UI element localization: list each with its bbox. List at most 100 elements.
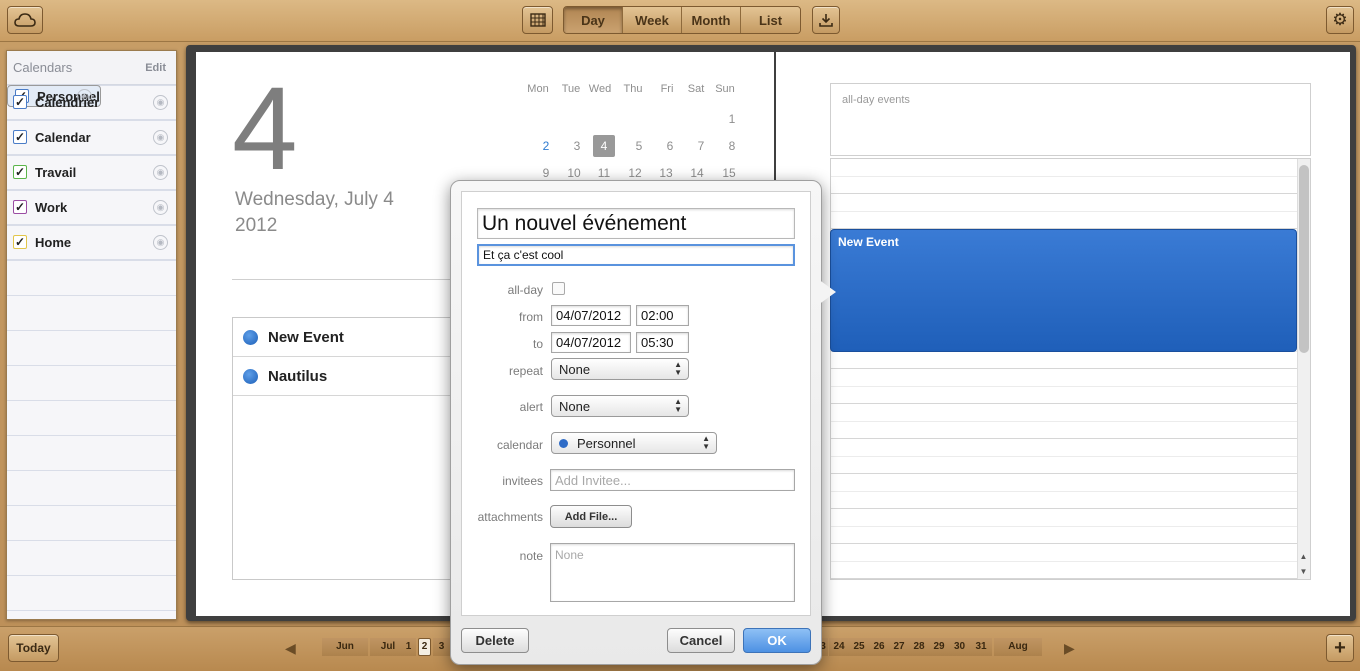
sidebar-item-calendar[interactable]: ✓ Calendar ◉: [7, 120, 176, 155]
next-arrow-icon[interactable]: ▶: [1064, 640, 1075, 657]
to-date-field[interactable]: 04/07/2012: [551, 332, 631, 353]
timeline-month[interactable]: Aug: [994, 638, 1042, 656]
timeline-day[interactable]: 25: [849, 638, 869, 656]
allday-label: all-day: [507, 283, 543, 297]
invitee-input[interactable]: Add Invitee...: [550, 469, 795, 491]
scroll-down-icon[interactable]: ▼: [1297, 565, 1310, 579]
all-day-label: all-day events: [842, 94, 910, 106]
timeline-day[interactable]: 27: [889, 638, 909, 656]
sidebar-item-label: Home: [35, 234, 72, 250]
calendar-color-dot-icon: [243, 368, 258, 384]
scroll-up-icon[interactable]: ▲: [1297, 550, 1310, 564]
mini-calendar-toggle-icon[interactable]: [522, 6, 553, 34]
mini-cal-header: Sun: [715, 83, 735, 95]
mini-cal-day[interactable]: 3: [566, 135, 588, 157]
mini-cal-day[interactable]: 2: [535, 135, 557, 157]
popover-arrow: [818, 279, 836, 305]
ok-button[interactable]: OK: [743, 628, 811, 653]
to-time-field[interactable]: 05:30: [636, 332, 689, 353]
checkbox-icon[interactable]: ✓: [13, 200, 27, 214]
sidebar-item-label: Calendrier: [35, 94, 100, 110]
gear-icon[interactable]: ⚙: [1326, 6, 1354, 34]
timeline-day[interactable]: 29: [929, 638, 949, 656]
mini-cal-day[interactable]: 5: [628, 135, 650, 157]
cancel-button[interactable]: Cancel: [667, 628, 735, 653]
mini-cal-header: Mon: [527, 83, 549, 95]
timeline-day[interactable]: 1: [401, 638, 416, 656]
timeline-day[interactable]: 28: [909, 638, 929, 656]
hour-grid[interactable]: [830, 158, 1311, 580]
view-switcher: Day Week Month List: [563, 6, 801, 34]
timeline-day[interactable]: 26: [869, 638, 889, 656]
from-time-field[interactable]: 02:00: [636, 305, 689, 326]
mini-cal-header: Fri: [660, 83, 674, 95]
alert-label: alert: [519, 400, 543, 414]
event-list: New Event Nautilus: [232, 317, 472, 580]
updown-chevron-icon: ▲ ▼: [674, 397, 682, 414]
tab-list[interactable]: List: [741, 7, 800, 33]
day-number: 4: [232, 63, 298, 195]
tab-week[interactable]: Week: [623, 7, 682, 33]
share-icon[interactable]: ◉: [153, 94, 168, 110]
mini-cal-day[interactable]: 8: [721, 135, 743, 157]
add-file-button[interactable]: Add File...: [550, 505, 632, 528]
mini-cal-day[interactable]: 1: [721, 108, 743, 130]
today-button[interactable]: Today: [8, 634, 59, 662]
checkbox-icon[interactable]: ✓: [13, 165, 27, 179]
cloud-icon[interactable]: [7, 6, 43, 34]
timeline-day[interactable]: 24: [829, 638, 849, 656]
list-item[interactable]: Nautilus: [233, 357, 471, 396]
allday-checkbox[interactable]: [552, 282, 565, 295]
sidebar-item-calendrier[interactable]: ✓ Calendrier ◉: [7, 85, 176, 120]
sidebar-header: Calendars Edit: [7, 51, 176, 85]
sidebar-item-work[interactable]: ✓ Work ◉: [7, 190, 176, 225]
timeline-day[interactable]: 30: [949, 638, 970, 656]
event-title-field[interactable]: Un nouvel événement: [477, 208, 795, 239]
mini-cal-day[interactable]: 7: [690, 135, 712, 157]
repeat-select[interactable]: None ▲ ▼: [551, 358, 689, 380]
tab-month[interactable]: Month: [682, 7, 741, 33]
note-field[interactable]: None: [550, 543, 795, 602]
updown-chevron-icon: ▲ ▼: [702, 434, 710, 451]
download-icon[interactable]: [812, 6, 840, 34]
repeat-value: None: [559, 361, 591, 377]
timeline-day[interactable]: 31: [970, 638, 992, 656]
share-icon[interactable]: ◉: [153, 234, 168, 250]
alert-select[interactable]: None ▲ ▼: [551, 395, 689, 417]
event-block[interactable]: New Event: [830, 229, 1297, 352]
share-icon[interactable]: ◉: [153, 164, 168, 180]
sidebar-item-label: Work: [35, 199, 68, 215]
calendar-color-dot-icon: [243, 329, 258, 345]
event-block-title: New Event: [838, 235, 899, 249]
edit-button[interactable]: Edit: [145, 62, 166, 74]
sidebar-item-travail[interactable]: ✓ Travail ◉: [7, 155, 176, 190]
share-icon[interactable]: ◉: [153, 199, 168, 215]
calendar-select[interactable]: Personnel ▲ ▼: [551, 432, 717, 454]
checkbox-icon[interactable]: ✓: [13, 130, 27, 144]
timeline-day[interactable]: 3: [433, 638, 450, 656]
timeline-month[interactable]: Jun: [322, 638, 368, 656]
calendars-sidebar: Calendars Edit ✓ Personnel ◉ ✓ Calendrie…: [6, 50, 177, 620]
date-year: 2012: [235, 215, 278, 236]
all-day-events-area[interactable]: all-day events: [830, 83, 1311, 156]
add-event-button[interactable]: +: [1326, 634, 1354, 662]
mini-cal-day-today[interactable]: 4: [593, 135, 615, 157]
mini-cal-day[interactable]: 6: [659, 135, 681, 157]
scrollbar-thumb[interactable]: [1299, 165, 1309, 353]
tab-day[interactable]: Day: [564, 7, 623, 33]
mini-cal-header: Thu: [623, 83, 643, 95]
date-weekday: Wednesday, July 4: [235, 189, 394, 210]
timeline-day-current[interactable]: 2: [418, 638, 431, 656]
share-icon[interactable]: ◉: [153, 129, 168, 145]
event-location-field[interactable]: Et ça c'est cool: [477, 244, 795, 266]
checkbox-icon[interactable]: ✓: [13, 235, 27, 249]
sidebar-item-home[interactable]: ✓ Home ◉: [7, 225, 176, 260]
previous-arrow-icon[interactable]: ◀: [285, 640, 296, 657]
mini-cal-header: Wed: [588, 83, 612, 95]
delete-button[interactable]: Delete: [461, 628, 529, 653]
list-item[interactable]: New Event: [233, 318, 471, 357]
note-placeholder: None: [555, 548, 584, 562]
invitees-label: invitees: [502, 474, 543, 488]
checkbox-icon[interactable]: ✓: [13, 95, 27, 109]
from-date-field[interactable]: 04/07/2012: [551, 305, 631, 326]
